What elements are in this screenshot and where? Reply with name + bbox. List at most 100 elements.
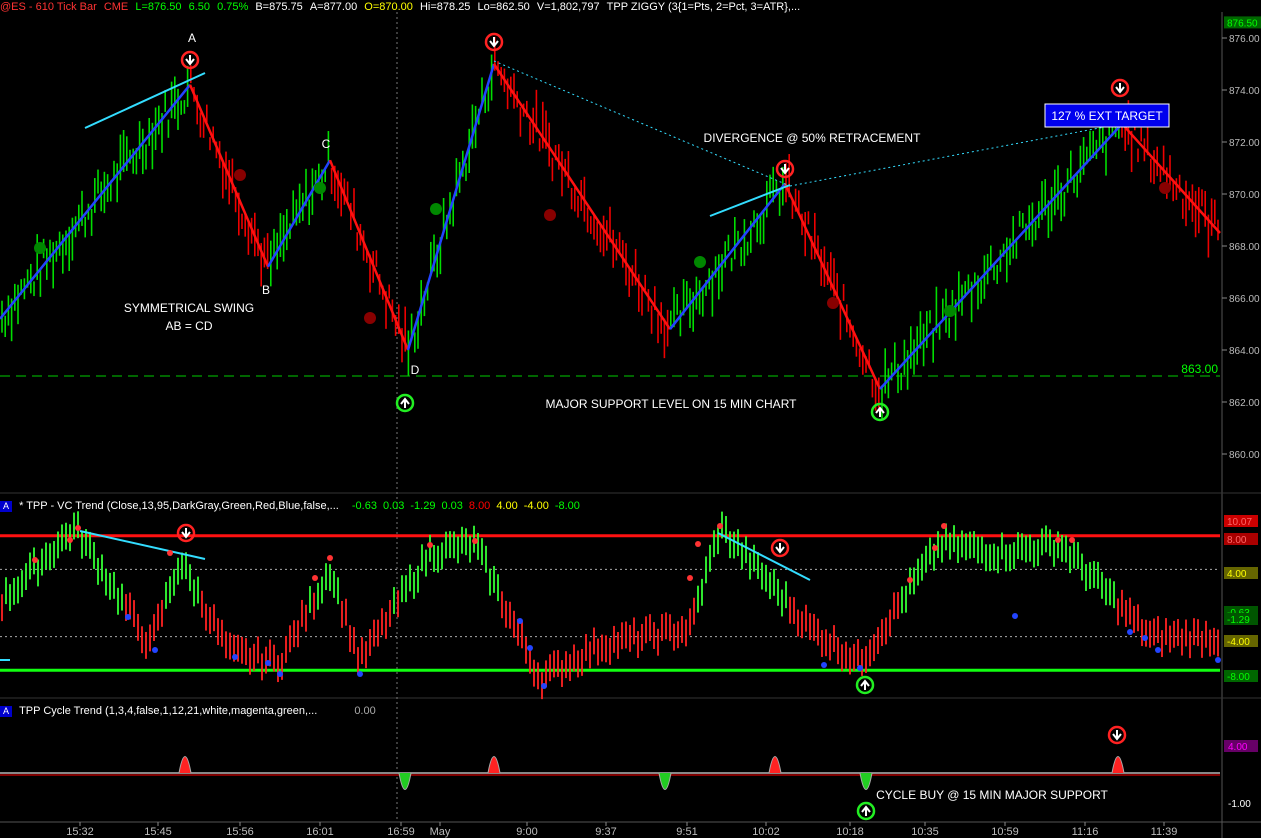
price-dot	[34, 242, 46, 254]
ind1-axis-tag-label: -8.00	[1227, 672, 1250, 683]
ind2-axis-tag-label: 4.00	[1228, 742, 1248, 753]
time-tick-label: 16:01	[306, 826, 334, 838]
indicator1-value: -0.63	[351, 500, 377, 512]
ind1-trough-dot	[1155, 647, 1161, 653]
ind1-trough-dot	[517, 618, 523, 624]
label-b: B	[262, 283, 270, 297]
price-tick-label: 876.00	[1229, 34, 1260, 45]
cycle-buy-spike	[398, 772, 412, 790]
indicator1-title: * TPP - VC Trend (Close,13,95,DarkGray,G…	[19, 500, 339, 512]
time-tick-label: 11:39	[1151, 826, 1178, 838]
ind1-trough-dot	[527, 645, 533, 651]
ind1-trough-dot	[277, 671, 283, 677]
cycle-sell-spike	[768, 756, 782, 774]
ind1-peak-dot	[312, 575, 318, 581]
ind1-trough-dot	[541, 683, 547, 689]
ind1-buy-arrow-icon-glyph	[860, 679, 870, 690]
pct-change: 0.75%	[217, 1, 249, 13]
price-dot	[694, 256, 706, 268]
indicator1-value: 4.00	[496, 500, 518, 512]
time-tick-label: 15:45	[144, 826, 172, 838]
high-price: Hi=878.25	[419, 1, 471, 13]
cycle-sell-spike	[1111, 756, 1125, 774]
indicator1-value: -8.00	[554, 500, 580, 512]
ind1-peak-dot	[695, 541, 701, 547]
zigzag-swing-line	[406, 63, 496, 351]
ind1-trough-dot	[232, 654, 238, 660]
price-bars	[1, 36, 1219, 419]
zigzag-swing-line	[0, 84, 191, 320]
indicator1-value: -4.00	[523, 500, 549, 512]
ind2-axis-tag-label: -1.00	[1228, 799, 1251, 810]
ind1-axis-tag-label: -1.29	[1227, 615, 1250, 626]
price-dot	[827, 297, 839, 309]
cycle-buy-arrow-icon-glyph	[861, 805, 871, 816]
zigzag-swing-line	[188, 84, 270, 268]
exchange-label: CME	[103, 1, 129, 13]
ind1-peak-dot	[1069, 537, 1075, 543]
last-price: L=876.50	[135, 1, 182, 13]
ind1-peak-dot	[717, 523, 723, 529]
label-d: D	[411, 363, 420, 377]
chart-header: @ES - 610 Tick Bar CME L=876.50 6.50 0.7…	[0, 1, 800, 13]
sell-arrow-icon-glyph	[185, 55, 195, 66]
indicator1-value: 8.00	[468, 500, 491, 512]
buy-arrow-icon-glyph	[400, 397, 410, 408]
ind1-trough-dot	[1215, 657, 1221, 663]
time-tick-label: 9:51	[676, 826, 697, 838]
price-tick-label: 874.00	[1229, 86, 1260, 97]
zigzag-swing-line	[1121, 122, 1221, 234]
price-dot	[430, 203, 442, 215]
time-tick-label: 10:02	[752, 826, 780, 838]
time-tick-label: 15:32	[66, 826, 94, 838]
bid-price: B=875.75	[255, 1, 303, 13]
time-tick-label: 15:56	[226, 826, 254, 838]
ind1-trough-dot	[125, 614, 131, 620]
price-tick-label: 864.00	[1229, 346, 1260, 357]
price-dot	[1159, 182, 1171, 194]
indicator1-value: 0.03	[441, 500, 463, 512]
time-tick-label: May	[430, 826, 451, 838]
price-tick-label: 868.00	[1229, 242, 1260, 253]
ind1-trendline	[717, 532, 811, 581]
study-label: TPP ZIGGY (3{1=Pts, 2=Pct, 3=ATR},...	[606, 1, 801, 13]
low-price: Lo=862.50	[477, 1, 530, 13]
cycle-sell-spike	[178, 756, 192, 774]
ind1-axis-tag-label: 10.07	[1227, 517, 1252, 528]
sell-arrow-icon-glyph	[489, 37, 499, 48]
zigzag-swing-line	[879, 122, 1123, 390]
divergence-line	[493, 60, 791, 187]
cycle-buy-note: CYCLE BUY @ 15 MIN MAJOR SUPPORT	[876, 788, 1108, 802]
ind1-peak-dot	[907, 577, 913, 583]
net-change: 6.50	[188, 1, 211, 13]
swing-note-1: SYMMETRICAL SWING	[124, 301, 254, 315]
ind1-peak-dot	[75, 525, 81, 531]
price-tick-label: 866.00	[1229, 294, 1260, 305]
ind1-axis-tag-label: 4.00	[1227, 569, 1247, 580]
price-tick-label: 860.00	[1229, 450, 1260, 461]
indicator1-header: A * TPP - VC Trend (Close,13,95,DarkGray…	[0, 500, 580, 512]
ind1-trough-dot	[152, 647, 158, 653]
support-value-label: 863.00	[1181, 362, 1218, 376]
time-tick-label: 11:16	[1072, 826, 1099, 838]
ind1-trough-dot	[821, 662, 827, 668]
cycle-buy-spike	[658, 772, 672, 790]
ind1-peak-dot	[32, 557, 38, 563]
sell-arrow-icon-glyph	[1115, 83, 1125, 94]
price-dot	[314, 182, 326, 194]
volume: V=1,802,797	[536, 1, 600, 13]
indicator2-icon[interactable]: A	[0, 706, 12, 717]
indicator2-title: TPP Cycle Trend (1,3,4,false,1,12,21,whi…	[19, 705, 318, 717]
price-dot	[234, 169, 246, 181]
ind1-sell-arrow-icon-glyph	[775, 543, 785, 554]
indicator1-icon[interactable]: A	[0, 501, 12, 512]
price-tick-label: 872.00	[1229, 138, 1260, 149]
time-tick-label: 10:18	[836, 826, 864, 838]
indicator1-values: -0.63 0.03 -1.29 0.03 8.00 4.00 -4.00 -8.00	[342, 500, 580, 512]
ind1-peak-dot	[67, 537, 73, 543]
ind1-peak-dot	[941, 523, 947, 529]
trendline	[709, 184, 791, 217]
indicator2-value: 0.00	[354, 705, 376, 717]
ind1-peak-dot	[327, 555, 333, 561]
ind1-trough-dot	[1127, 629, 1133, 635]
